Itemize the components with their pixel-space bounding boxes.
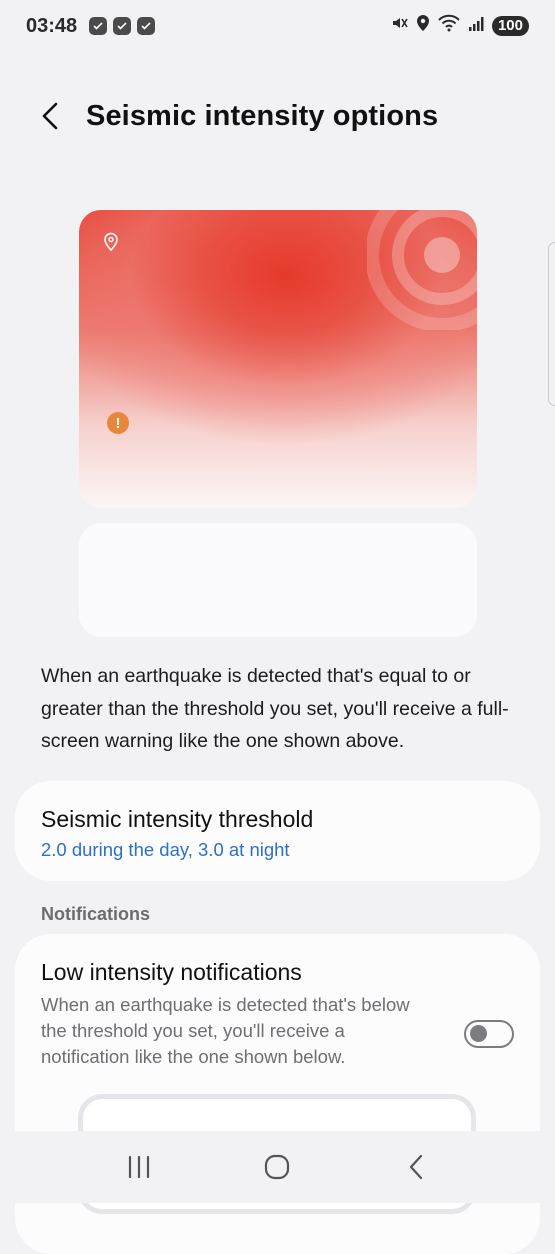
description-text: When an earthquake is detected that's eq… xyxy=(41,665,509,752)
navigation-bar xyxy=(0,1131,555,1203)
scroll-indicator xyxy=(548,242,555,406)
threshold-title: Seismic intensity threshold xyxy=(41,806,314,832)
recent-apps-button[interactable] xyxy=(119,1147,159,1187)
nav-back-icon xyxy=(409,1154,422,1180)
low-intensity-title: Low intensity notifications xyxy=(41,959,302,985)
recent-apps-icon xyxy=(129,1155,150,1179)
home-icon xyxy=(265,1154,290,1180)
warning-preview-panel xyxy=(79,523,477,637)
seismic-ripple-icon xyxy=(367,210,477,330)
nav-back-button[interactable] xyxy=(396,1147,436,1187)
warning-preview-card: ! xyxy=(79,210,477,508)
back-chevron-icon xyxy=(42,102,58,130)
notification-icon xyxy=(89,17,108,35)
low-intensity-toggle[interactable] xyxy=(464,1020,514,1048)
location-icon xyxy=(416,14,430,38)
low-intensity-row[interactable]: Low intensity notifications When an eart… xyxy=(41,958,514,1070)
notification-icon xyxy=(137,17,156,35)
status-left: 03:48 xyxy=(26,14,156,38)
back-button[interactable] xyxy=(30,96,70,136)
alert-icon: ! xyxy=(107,412,129,434)
home-button[interactable] xyxy=(257,1147,297,1187)
wifi-icon xyxy=(438,14,460,38)
notification-icon xyxy=(113,17,132,35)
page-title: Seismic intensity options xyxy=(86,99,439,132)
low-intensity-description: When an earthquake is detected that's be… xyxy=(41,994,410,1067)
battery-badge: 100 xyxy=(491,16,529,36)
seismic-threshold-setting[interactable]: Seismic intensity threshold 2.0 during t… xyxy=(15,781,540,881)
status-right: 100 xyxy=(390,14,529,38)
low-intensity-text: Low intensity notifications When an eart… xyxy=(41,958,436,1070)
status-time: 03:48 xyxy=(26,14,78,37)
location-pin-icon xyxy=(104,232,118,252)
status-bar: 03:48 100 xyxy=(0,0,555,52)
section-label-notifications: Notifications xyxy=(41,904,151,924)
signal-icon xyxy=(468,15,484,38)
toggle-knob xyxy=(470,1025,487,1042)
threshold-value: 2.0 during the day, 3.0 at night xyxy=(41,839,290,860)
app-header: Seismic intensity options xyxy=(0,88,555,144)
low-intensity-card: Low intensity notifications When an eart… xyxy=(15,934,540,1254)
mute-icon xyxy=(390,14,408,38)
